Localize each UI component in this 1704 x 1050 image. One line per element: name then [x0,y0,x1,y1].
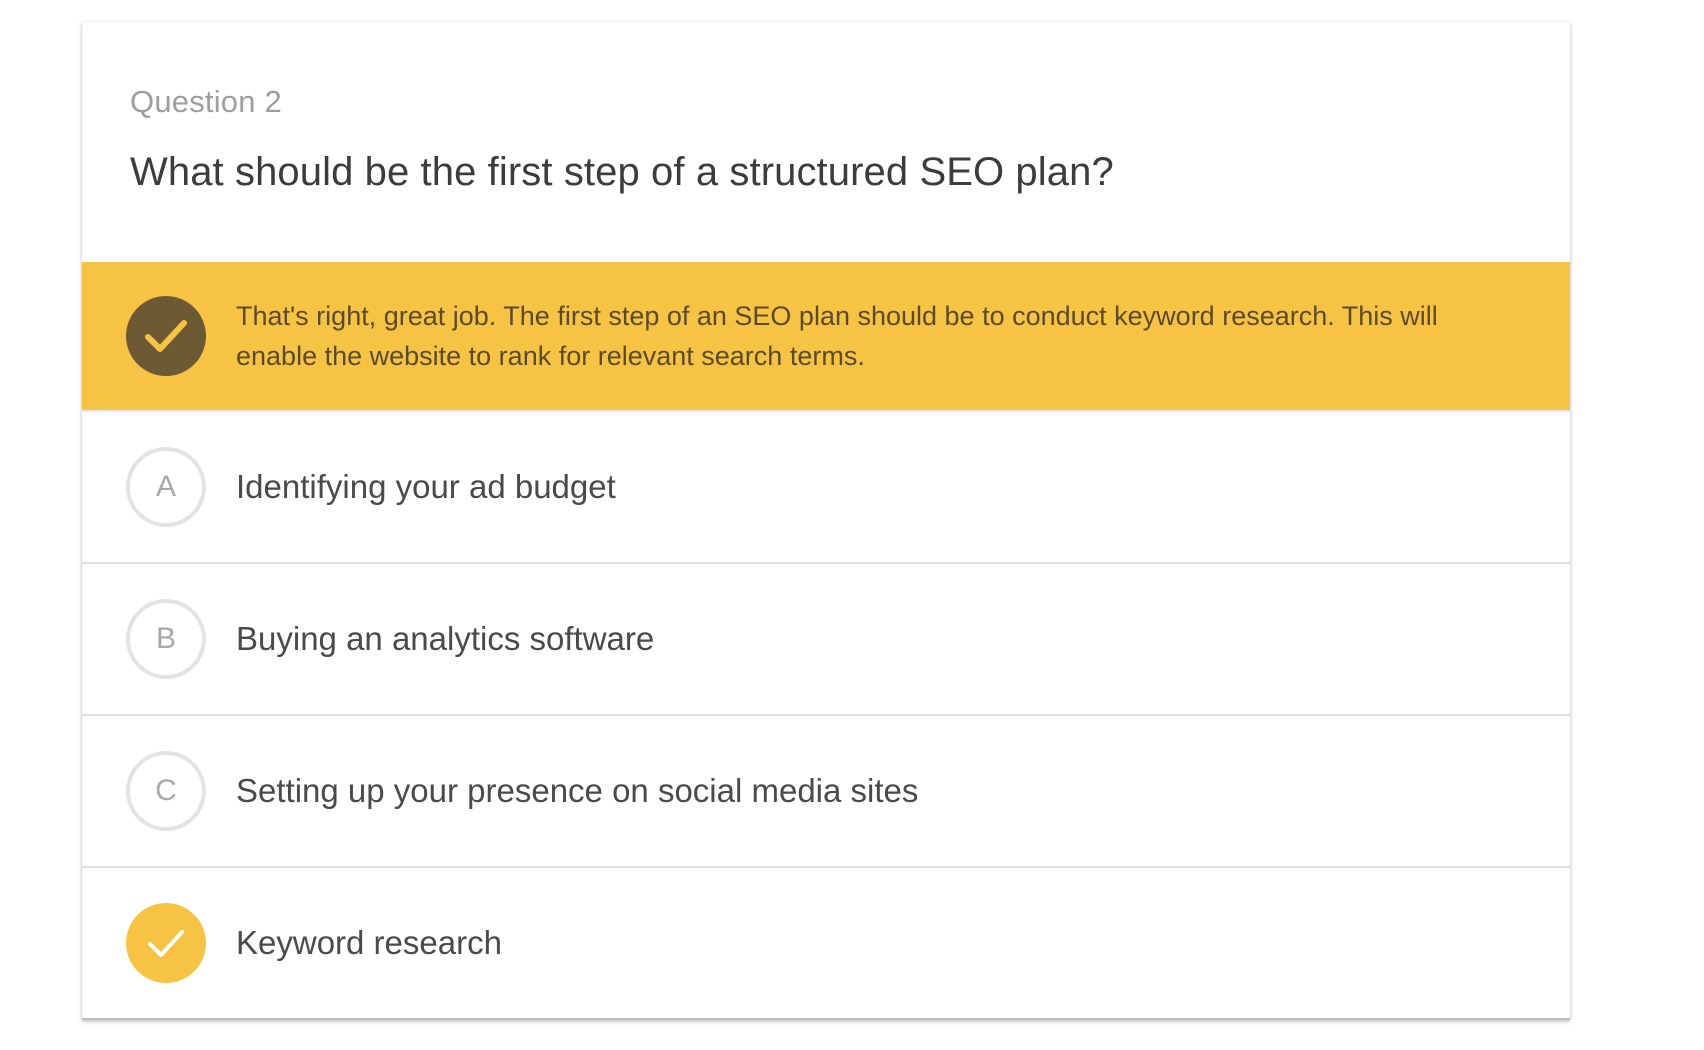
check-icon [126,296,206,376]
option-text: Setting up your presence on social media… [236,772,919,809]
question-text: What should be the first step of a struc… [130,150,1114,194]
question-header: Question 2 What should be the first step… [82,22,1570,262]
option-text: Buying an analytics software [236,620,655,657]
feedback-text: That's right, great job. The first step … [236,301,1438,371]
option-marker-c: C [126,751,206,831]
option-marker-b: B [126,599,206,679]
option-b[interactable]: B Buying an analytics software [82,564,1570,716]
option-a[interactable]: A Identifying your ad budget [82,412,1570,564]
option-text: Identifying your ad budget [236,468,616,505]
option-text: Keyword research [236,924,502,961]
question-number: Question 2 [130,84,282,119]
check-icon [126,903,206,983]
option-c[interactable]: C Setting up your presence on social med… [82,716,1570,868]
option-marker-a: A [126,447,206,527]
option-d-correct[interactable]: Keyword research [82,868,1570,1020]
feedback-banner: That's right, great job. The first step … [82,262,1570,412]
quiz-card: Question 2 What should be the first step… [82,22,1570,1020]
